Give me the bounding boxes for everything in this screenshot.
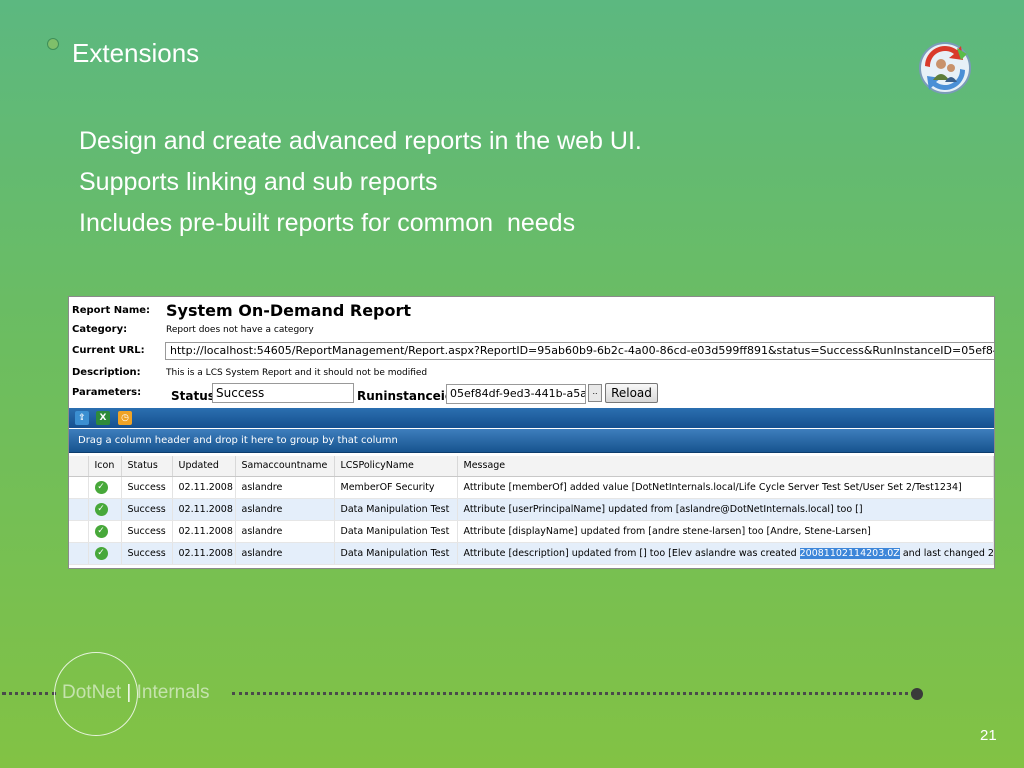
current-url-field[interactable]: http://localhost:54605/ReportManagement/… [165, 342, 994, 360]
parameters-label: Parameters: [72, 387, 142, 398]
bullet-item: Includes pre-built reports for common ne… [79, 209, 576, 237]
footer-dotted-line-right [232, 692, 914, 695]
column-header-updated[interactable]: Updated [172, 456, 236, 477]
runinstance-param-label: Runinstanceid: [357, 389, 459, 403]
cell-policy: MemberOF Security [334, 476, 458, 499]
user-sync-logo-icon [919, 42, 971, 94]
results-grid: Icon Status Updated Samaccountname LCSPo… [69, 456, 994, 565]
slide-title: Extensions [72, 38, 200, 68]
grid-header-row: Icon Status Updated Samaccountname LCSPo… [69, 456, 994, 477]
column-header-status[interactable]: Status [121, 456, 173, 477]
success-check-icon: ✓ [94, 524, 108, 538]
bullet-list: Design and create advanced reports in th… [79, 126, 642, 249]
cell-account: aslandre [235, 520, 335, 543]
cell-account: aslandre [235, 498, 335, 521]
cell-message: Attribute [description] updated from [] … [457, 542, 994, 565]
report-screenshot-panel: Report Name: System On-Demand Report Cat… [68, 296, 995, 569]
export-icon[interactable]: ⇪ [75, 411, 89, 425]
table-row[interactable]: ✓ Success 02.11.2008 aslandre Data Manip… [69, 542, 994, 565]
page-number: 21 [980, 727, 997, 744]
description-value: This is a LCS System Report and it shoul… [166, 368, 428, 378]
description-label: Description: [72, 367, 141, 378]
reload-button[interactable]: Reload [605, 383, 658, 403]
bullet-item: Supports linking and sub reports [79, 168, 438, 196]
table-row[interactable]: ✓ Success 02.11.2008 aslandre MemberOF S… [69, 476, 994, 499]
cell-message: Attribute [memberOf] added value [DotNet… [457, 476, 994, 499]
cell-status: Success [121, 476, 173, 499]
report-title: System On-Demand Report [166, 301, 412, 320]
cell-account: aslandre [235, 542, 335, 565]
table-row[interactable]: ✓ Success 02.11.2008 aslandre Data Manip… [69, 498, 994, 521]
group-by-area[interactable]: Drag a column header and drop it here to… [69, 429, 994, 453]
footer-brand-left: DotNet [62, 682, 122, 703]
grid-toolbar: ⇪ X ◷ [69, 408, 994, 428]
cell-message: Attribute [displayName] updated from [an… [457, 520, 994, 543]
bullet-item: Design and create advanced reports in th… [79, 127, 642, 155]
cell-updated: 02.11.2008 [172, 476, 236, 499]
schedule-icon[interactable]: ◷ [118, 411, 132, 425]
success-check-icon: ✓ [94, 502, 108, 516]
cell-updated: 02.11.2008 [172, 520, 236, 543]
footer-brand: DotNet | Internals [62, 682, 210, 703]
cell-message: Attribute [userPrincipalName] updated fr… [457, 498, 994, 521]
cell-policy: Data Manipulation Test [334, 498, 458, 521]
message-text: Attribute [description] updated from [] … [463, 547, 800, 559]
cell-status: Success [121, 498, 173, 521]
cell-updated: 02.11.2008 [172, 542, 236, 565]
success-check-icon: ✓ [94, 546, 108, 560]
category-label: Category: [72, 324, 128, 335]
report-name-label: Report Name: [72, 305, 151, 316]
cell-status: Success [121, 542, 173, 565]
current-url-label: Current URL: [72, 345, 145, 356]
footer-brand-right: Internals [136, 682, 210, 703]
success-check-icon: ✓ [94, 480, 108, 494]
footer-dot-end [911, 688, 923, 700]
table-row[interactable]: ✓ Success 02.11.2008 aslandre Data Manip… [69, 520, 994, 543]
message-tail-text: and last changed 200811 [902, 547, 994, 559]
footer-dotted-line-left [2, 692, 56, 695]
title-bullet [47, 38, 59, 50]
runinstance-picker-button[interactable]: .. [588, 384, 602, 402]
column-header-samaccountname[interactable]: Samaccountname [235, 456, 335, 477]
row-indicator-header [69, 456, 89, 477]
cell-account: aslandre [235, 476, 335, 499]
runinstance-param-input[interactable]: 05ef84df-9ed3-441b-a5a3- [446, 384, 586, 404]
message-selected-text[interactable]: 20081102114203.0Z [799, 547, 900, 559]
status-param-input[interactable]: Success [212, 383, 354, 403]
cell-policy: Data Manipulation Test [334, 520, 458, 543]
column-header-icon[interactable]: Icon [88, 456, 122, 477]
cell-status: Success [121, 520, 173, 543]
column-header-lcspolicyname[interactable]: LCSPolicyName [334, 456, 458, 477]
cell-updated: 02.11.2008 [172, 498, 236, 521]
cell-policy: Data Manipulation Test [334, 542, 458, 565]
category-value: Report does not have a category [166, 325, 314, 335]
excel-icon[interactable]: X [96, 411, 110, 425]
column-header-message[interactable]: Message [457, 456, 994, 477]
